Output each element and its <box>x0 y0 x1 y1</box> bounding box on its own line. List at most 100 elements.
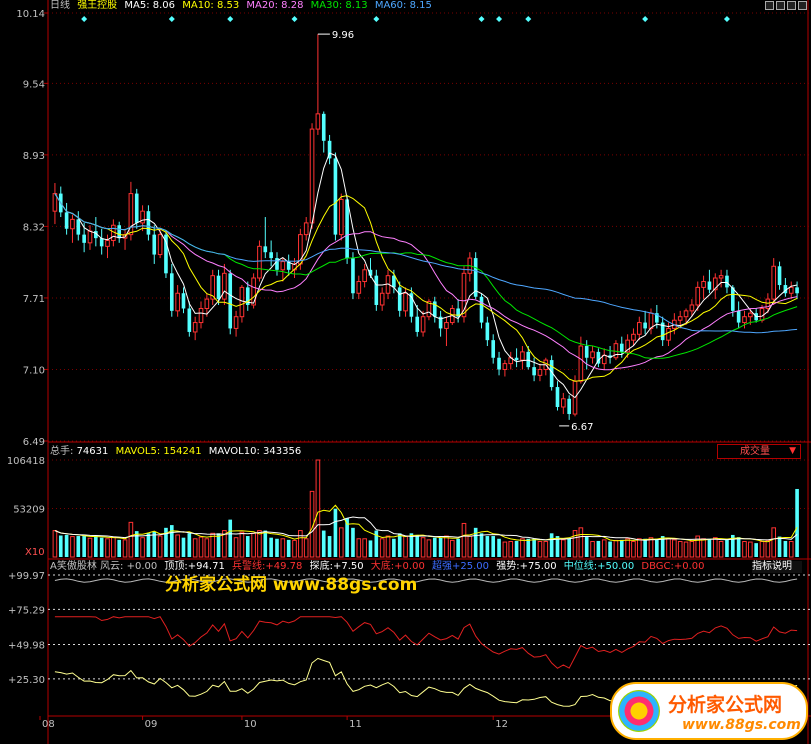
candle-body <box>689 304 695 312</box>
volume-bar <box>771 527 777 558</box>
candle-body <box>263 246 268 253</box>
indicator-tick-label: +75.29 <box>8 605 45 616</box>
volume-bar <box>567 538 571 557</box>
candle-body <box>677 316 683 321</box>
candle-body <box>216 275 221 300</box>
signal-diamond <box>227 16 234 22</box>
volume-bar <box>286 539 291 557</box>
close-icon[interactable] <box>798 1 807 10</box>
volume-bar <box>748 541 753 558</box>
x-tick-label: 08 <box>42 719 55 730</box>
x-tick-label: 09 <box>145 719 158 730</box>
candle-body <box>345 199 349 259</box>
ma5-label: MA5: <box>124 0 150 11</box>
ma20-label: MA20: <box>246 0 278 11</box>
volume-bar <box>783 540 788 557</box>
volume-bar <box>456 538 460 557</box>
candle-body <box>718 275 724 279</box>
candle-body <box>788 286 794 294</box>
volume-select-label: 成交量 <box>740 446 770 457</box>
candle-body <box>619 343 624 352</box>
stock-chart[interactable]: 10.14 9.54 8.93 8.32 7.71 7.10 6.49 9.96 6.67 106… <box>0 0 811 744</box>
volume-bar <box>228 519 233 557</box>
ma30-legend: MA30: 8.13 <box>311 0 368 11</box>
volume-bar <box>508 541 514 558</box>
volume-bar <box>146 533 151 557</box>
volume-bar <box>473 527 478 557</box>
volume-bar <box>561 539 566 558</box>
signal-diamond <box>723 16 730 22</box>
candle-body <box>64 212 69 229</box>
volume-bar <box>128 521 134 558</box>
volume-bar <box>765 539 771 558</box>
expand-icon[interactable] <box>776 1 785 10</box>
logo-title: 分析家公式网 <box>668 694 783 716</box>
volume-bar <box>251 532 256 558</box>
volume-bar <box>385 535 391 558</box>
candle-body <box>420 316 426 333</box>
volume-bar <box>216 533 221 557</box>
volume-bar <box>537 541 543 558</box>
grid-icon[interactable] <box>765 1 774 10</box>
ind-item-5-label: 超强 <box>432 561 453 572</box>
ind-item-5-value: +25.00 <box>452 561 490 572</box>
volume-bar <box>444 535 449 558</box>
volume-bar <box>415 534 420 557</box>
candle-body <box>70 218 75 230</box>
volume-bar <box>795 488 799 557</box>
volume-bar <box>269 537 273 557</box>
candle-body <box>303 222 309 236</box>
signal-diamond <box>81 16 88 22</box>
candle-body <box>280 261 286 271</box>
volume-bar <box>321 530 326 557</box>
volume-bar <box>619 539 624 557</box>
ind-item-5: 超强+25.00 <box>432 561 489 572</box>
ma5-legend: MA5: 8.06 <box>124 0 175 11</box>
volume-bar <box>333 508 338 557</box>
volume-bar <box>438 537 443 557</box>
volume-bar <box>514 540 519 557</box>
ma60-legend: MA60: 8.15 <box>375 0 432 11</box>
ind-item-6-label: 强势: <box>496 561 520 572</box>
volume-bar <box>584 536 589 557</box>
candle-body <box>643 322 647 329</box>
mavol5-label: MAVOL5: <box>115 446 161 457</box>
settings-icon[interactable] <box>787 1 796 10</box>
volume-bar <box>601 539 607 558</box>
candle-body <box>356 281 362 294</box>
price-tick-label: 8.93 <box>23 151 45 162</box>
candle-body <box>403 292 408 312</box>
volume-bar <box>303 538 309 558</box>
candle-body <box>415 316 420 332</box>
volume-bar <box>140 537 145 558</box>
candle-body <box>537 368 543 376</box>
volume-bar <box>315 459 321 558</box>
candle-body <box>555 387 560 407</box>
candle-body <box>87 230 93 244</box>
indicator-tick-label: +49.98 <box>8 641 45 652</box>
price-tick-label: 8.32 <box>23 222 45 233</box>
candle-body <box>666 327 671 341</box>
volume-bar <box>298 530 303 558</box>
candle-body <box>233 316 239 329</box>
candle-body <box>526 351 531 368</box>
indicator-help-button[interactable]: 指标说明 <box>752 561 802 573</box>
candle-body <box>257 245 262 279</box>
candle-body <box>742 316 747 324</box>
volume-bar <box>701 538 706 558</box>
candle-body <box>479 296 484 323</box>
volume-bar <box>58 535 63 557</box>
candle-body <box>485 322 490 341</box>
volume-indicator-select[interactable]: 成交量 ▼ <box>717 444 801 459</box>
price-tick-label: 6.49 <box>23 437 45 448</box>
mavol5-value: 154241 <box>163 446 202 457</box>
ma5-value: 8.06 <box>152 0 176 11</box>
site-logo: 分析家公式网 www.88gs.com <box>610 682 808 740</box>
candle-body <box>198 307 204 324</box>
candle-body <box>82 234 86 243</box>
high-marker-label: 9.96 <box>332 30 354 41</box>
ma30-label: MA30: <box>310 0 343 11</box>
ind-item-6-value: +75.00 <box>519 561 557 572</box>
candle-body <box>315 113 321 130</box>
ind-item-6: 强势:+75.00 <box>496 561 556 572</box>
